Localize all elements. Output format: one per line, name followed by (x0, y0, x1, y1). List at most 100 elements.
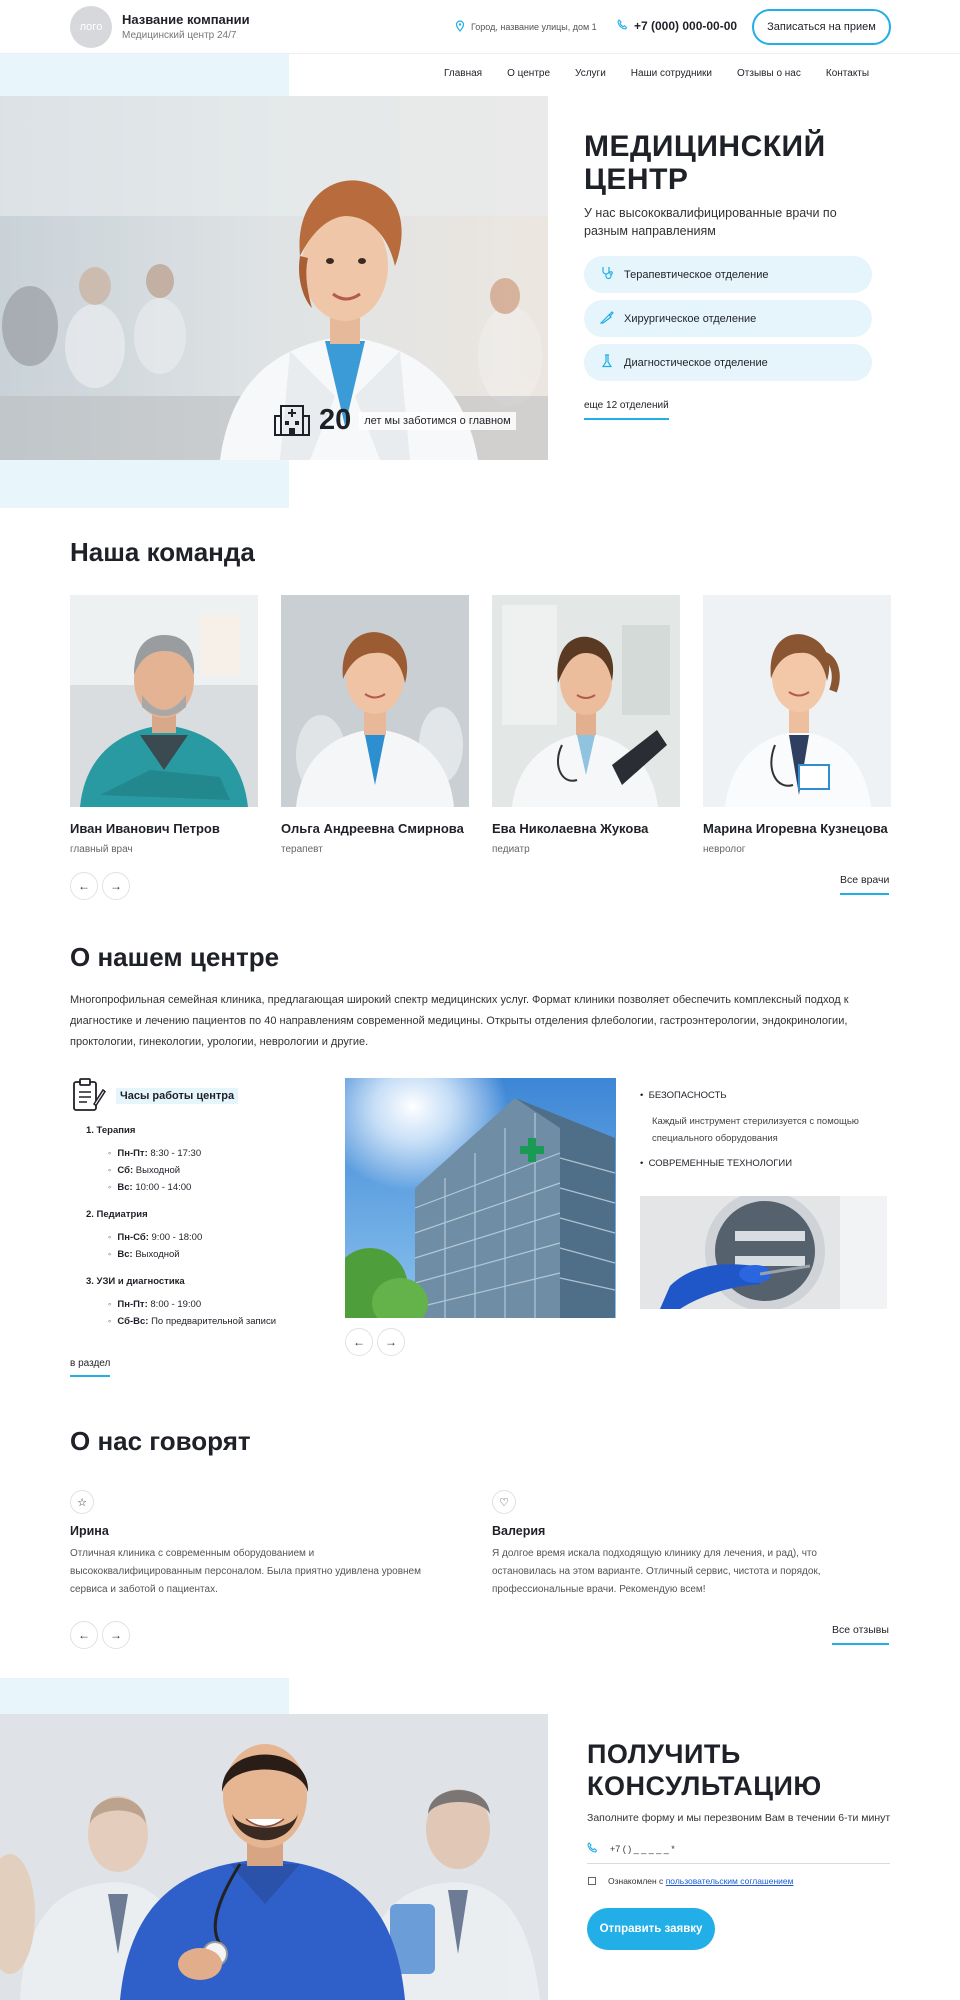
doctor-photo (281, 595, 469, 807)
submit-button[interactable]: Отправить заявку (587, 1908, 715, 1950)
doctor-name: Ольга Андреевна Смирнова (281, 821, 464, 836)
arrow-right-icon: → (110, 1628, 122, 1642)
company-name: Название компании (122, 12, 250, 27)
consult-subtitle: Заполните форму и мы перезвоним Вам в те… (587, 1812, 891, 1824)
hero-title: МЕДИЦИНСКИЙ ЦЕНТР (584, 130, 826, 196)
agreement-checkbox[interactable] (588, 1877, 596, 1885)
department-surgery[interactable]: Хирургическое отделение (584, 300, 872, 337)
header-phone[interactable]: +7 (000) 000-00-00 (617, 19, 737, 33)
years-number: 20 (319, 404, 352, 436)
hospital-building-icon (273, 400, 311, 441)
nav-item-contacts[interactable]: Контакты (826, 68, 869, 79)
phone-input[interactable]: +7 ( ) _ _ _ _ _ * (587, 1834, 890, 1864)
doctor-photo (703, 595, 891, 807)
arrow-left-icon: ← (78, 879, 90, 893)
hours-group-title: 2. Педиатрия (86, 1209, 148, 1220)
hours-title: Часы работы центра (116, 1088, 239, 1104)
team-prev-button[interactable]: ← (70, 872, 98, 900)
phone-input-placeholder[interactable]: +7 ( ) _ _ _ _ _ * (610, 1844, 675, 1854)
review-author: Валерия (492, 1524, 546, 1538)
review-text: Я долгое время искала подходящую клинику… (492, 1548, 821, 1595)
feature-tech: • СОВРЕМЕННЫЕ ТЕХНОЛОГИИ (640, 1158, 793, 1169)
nav-item-reviews[interactable]: Отзывы о нас (737, 68, 801, 79)
doctor-name: Иван Иванович Петров (70, 821, 220, 836)
feature-safety: • БЕЗОПАСНОСТЬ (640, 1090, 727, 1101)
clinic-building-image (345, 1078, 616, 1318)
hours-item: Пн-Пт: 8:00 - 19:00 (108, 1296, 276, 1313)
feature-safety-desc: Каждый инструмент стерилизуется с помощь… (652, 1116, 859, 1144)
reviews-prev-button[interactable]: ← (70, 1621, 98, 1649)
gallery-next-button[interactable]: → (377, 1328, 405, 1356)
to-section-link[interactable]: в раздел (70, 1358, 111, 1377)
years-badge: 20 лет мы заботимся о главном (273, 400, 516, 441)
agreement-link[interactable]: пользовательским соглашением (666, 1876, 794, 1886)
doctor-card[interactable]: Ольга Андреевна Смирнова терапевт (281, 595, 469, 855)
hero-subtitle: У нас высококвалифицированные врачи по р… (584, 206, 837, 238)
sterilizer-image (640, 1196, 887, 1309)
hours-list: 1. Терапия Пн-Пт: 8:30 - 17:30 Сб: Выход… (86, 1122, 276, 1330)
department-label: Терапевтическое отделение (624, 268, 769, 281)
clipboard-icon (70, 1076, 107, 1117)
phone-text[interactable]: +7 (000) 000-00-00 (634, 19, 737, 33)
doctor-role: педиатр (492, 844, 530, 855)
department-label: Хирургическое отделение (624, 312, 757, 325)
all-doctors-link[interactable]: Все врачи (840, 874, 890, 895)
doctor-role: невролог (703, 844, 746, 855)
hours-group-title: 1. Терапия (86, 1125, 136, 1136)
nav-item-about[interactable]: О центре (507, 68, 550, 79)
address: Город, название улицы, дом 1 (455, 20, 597, 34)
nav-item-services[interactable]: Услуги (575, 68, 606, 79)
doctors-team-image (0, 1714, 548, 2000)
agreement-text: Ознакомлен с пользовательским соглашение… (608, 1876, 794, 1886)
arrow-left-icon: ← (353, 1335, 365, 1349)
hours-item: Вс: 10:00 - 14:00 (108, 1179, 276, 1196)
hours-item: Вс: Выходной (108, 1246, 276, 1263)
reviews-title: О нас говорят (70, 1426, 251, 1456)
arrow-right-icon: → (110, 879, 122, 893)
address-text: Город, название улицы, дом 1 (471, 22, 597, 32)
about-title: О нашем центре (70, 942, 280, 972)
doctor-card[interactable]: Иван Иванович Петров главный врач (70, 595, 258, 855)
all-reviews-link[interactable]: Все отзывы (832, 1624, 889, 1645)
doctor-name: Ева Николаевна Жукова (492, 821, 649, 836)
team-next-button[interactable]: → (102, 872, 130, 900)
arrow-left-icon: ← (78, 1628, 90, 1642)
hours-group-title: 3. УЗИ и диагностика (86, 1276, 185, 1287)
nav-item-staff[interactable]: Наши сотрудники (631, 68, 712, 79)
phone-icon (617, 19, 628, 33)
department-label: Диагностическое отделение (624, 356, 768, 369)
arrow-right-icon: → (385, 1335, 397, 1349)
main-nav: Главная О центре Услуги Наши сотрудники … (444, 68, 869, 79)
doctor-role: главный врач (70, 844, 133, 855)
logo[interactable]: логo (70, 6, 112, 48)
agreement: Ознакомлен с пользовательским соглашение… (588, 1876, 794, 1886)
reviews-next-button[interactable]: → (102, 1621, 130, 1649)
phone-icon (587, 1842, 598, 1855)
record-button[interactable]: Записаться на прием (752, 9, 891, 45)
doctor-card[interactable]: Марина Игоревна Кузнецова невролог (703, 595, 891, 855)
doctor-role: терапевт (281, 844, 323, 855)
location-pin-icon (455, 20, 465, 34)
review-author: Ирина (70, 1524, 109, 1538)
gallery-prev-button[interactable]: ← (345, 1328, 373, 1356)
department-therapy[interactable]: Терапевтическое отделение (584, 256, 872, 293)
hours-item: Пн-Пт: 8:30 - 17:30 (108, 1145, 276, 1162)
star-icon: ☆ (70, 1490, 94, 1514)
review-text: Отличная клиника с современным оборудова… (70, 1548, 421, 1595)
department-diagnostics[interactable]: Диагностическое отделение (584, 344, 872, 381)
heart-icon: ♡ (492, 1490, 516, 1514)
stethoscope-icon (600, 266, 614, 283)
test-tube-icon (600, 354, 614, 371)
doctor-name: Марина Игоревна Кузнецова (703, 821, 888, 836)
doctor-card[interactable]: Ева Николаевна Жукова педиатр (492, 595, 680, 855)
doctor-photo (70, 595, 258, 807)
about-text: Многопрофильная семейная клиника, предла… (70, 994, 849, 1048)
team-title: Наша команда (70, 537, 255, 567)
more-departments-link[interactable]: еще 12 отделений (584, 400, 669, 420)
doctor-photo (492, 595, 680, 807)
hours-item: Сб: Выходной (108, 1162, 276, 1179)
years-text: лет мы заботимся о главном (359, 411, 516, 430)
company-subtitle: Медицинский центр 24/7 (122, 30, 237, 41)
hours-item: Пн-Сб: 9:00 - 18:00 (108, 1229, 276, 1246)
nav-item-home[interactable]: Главная (444, 68, 482, 79)
